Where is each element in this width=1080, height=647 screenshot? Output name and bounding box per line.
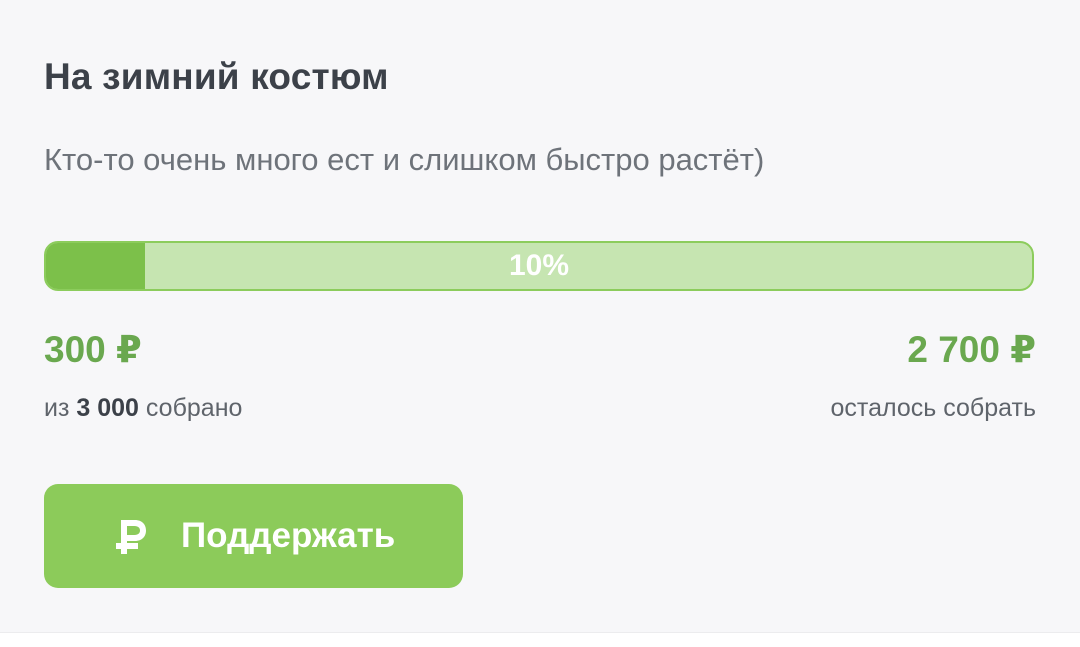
fundraiser-title: На зимний костюм xyxy=(44,56,389,97)
progress-bar: 10% xyxy=(44,241,1034,291)
remaining-amount: 2 700 ₽ xyxy=(907,329,1036,370)
bottom-divider xyxy=(0,632,1080,647)
fundraiser-card: На зимний костюм Кто-то очень много ест … xyxy=(0,0,1080,632)
goal-suffix: собрано xyxy=(138,394,243,422)
progress-percent-label: 10% xyxy=(508,249,570,282)
ruble-icon xyxy=(116,520,146,554)
goal-caption: из 3 000 собрано xyxy=(44,394,242,423)
fundraiser-description: Кто-то очень много ест и слишком быстро … xyxy=(44,142,765,177)
collected-amount: 300 ₽ xyxy=(44,329,142,370)
goal-value: 3 000 xyxy=(76,394,139,422)
support-button-label[interactable]: Поддержать xyxy=(181,516,395,556)
goal-prefix: из xyxy=(44,394,77,422)
remaining-caption: осталось собрать xyxy=(830,394,1036,422)
